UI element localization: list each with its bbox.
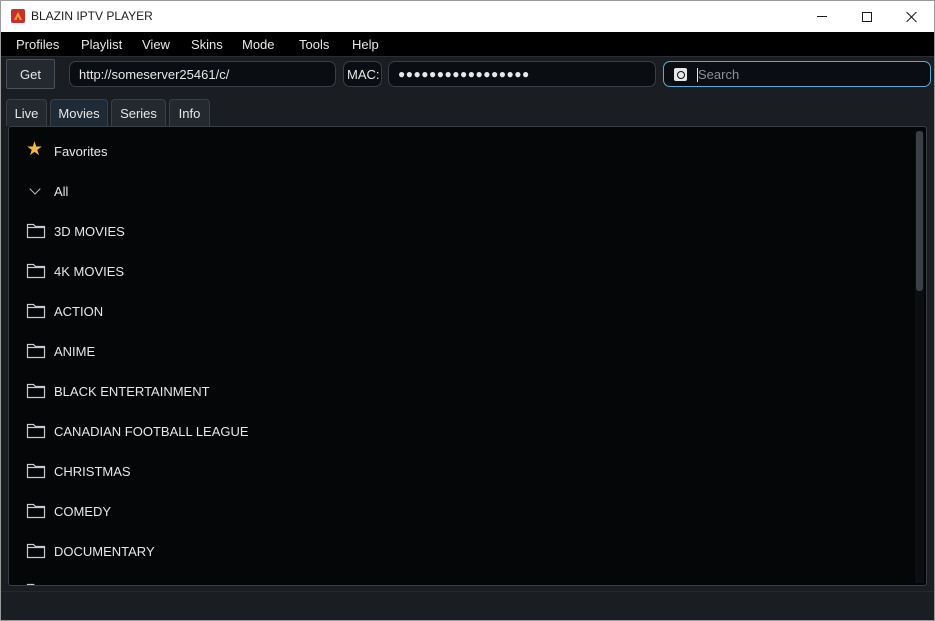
close-button[interactable] (889, 1, 934, 32)
menu-view[interactable]: View (142, 37, 170, 52)
folder-icon (26, 303, 46, 319)
tree-item-label: Favorites (54, 144, 108, 159)
search-input[interactable]: Search (663, 61, 931, 87)
tree-item-label: COMEDY (54, 504, 112, 519)
folder-icon (26, 583, 35, 585)
tree-item-category[interactable]: CHRISTMAS (9, 451, 913, 491)
star-icon: ★ (26, 139, 44, 160)
maximize-button[interactable] (844, 1, 890, 32)
get-button[interactable]: Get (6, 59, 55, 89)
tree-item-category[interactable]: 4K MOVIES (9, 251, 913, 291)
folder-icon (26, 543, 46, 559)
category-list: ★ Favorites All 3D MOVIES 4K MOVIES ACTI… (9, 131, 913, 585)
folder-icon (26, 503, 46, 519)
tree-item-category[interactable]: BLACK ENTERTAINMENT (9, 371, 913, 411)
menu-tools[interactable]: Tools (299, 37, 329, 52)
tree-item-category[interactable]: 3D MOVIES (9, 211, 913, 251)
tree-item-label: 4K MOVIES (54, 264, 125, 279)
vertical-scrollbar[interactable] (915, 131, 924, 583)
tab-live[interactable]: Live (6, 99, 47, 126)
tree-item-all[interactable]: All (9, 171, 913, 211)
tree-item-label: All (54, 184, 69, 199)
window-title: BLAZIN IPTV PLAYER (31, 9, 153, 23)
menu-help[interactable]: Help (352, 37, 379, 52)
tree-item-label: ANIME (54, 344, 96, 359)
tree-item-favorites[interactable]: ★ Favorites (9, 131, 913, 171)
menu-skins[interactable]: Skins (191, 37, 223, 52)
folder-icon (26, 263, 46, 279)
url-input[interactable]: http://someserver25461/c/ (69, 61, 336, 87)
tree-item-category[interactable]: CANADIAN FOOTBALL LEAGUE (9, 411, 913, 451)
tree-item-partial[interactable] (9, 571, 913, 585)
tab-bar: Live Movies Series Info (1, 95, 934, 126)
tab-info[interactable]: Info (169, 99, 210, 126)
folder-icon (26, 383, 46, 399)
minimize-button[interactable] (799, 1, 845, 32)
app-window: BLAZIN IPTV PLAYER Profiles Playlist Vie… (0, 0, 935, 621)
tab-series[interactable]: Series (111, 99, 166, 126)
tree-item-category[interactable]: DOCUMENTARY (9, 531, 913, 571)
toolbar: Get http://someserver25461/c/ MAC: ●●●●●… (1, 57, 934, 95)
folder-icon (26, 423, 46, 439)
menu-playlist[interactable]: Playlist (81, 37, 122, 52)
tree-item-label: BLACK ENTERTAINMENT (54, 384, 210, 399)
close-icon (906, 11, 918, 23)
status-bar (1, 591, 934, 620)
minimize-icon (817, 16, 827, 17)
folder-icon (26, 463, 46, 479)
scrollbar-thumb[interactable] (916, 131, 923, 291)
tree-item-label: CANADIAN FOOTBALL LEAGUE (54, 424, 249, 439)
menu-mode[interactable]: Mode (242, 37, 275, 52)
chevron-down-icon[interactable] (29, 183, 41, 195)
tab-movies[interactable]: Movies (50, 99, 108, 126)
category-tree: ★ Favorites All 3D MOVIES 4K MOVIES ACTI… (8, 126, 927, 586)
tree-item-label: ACTION (54, 304, 104, 319)
mac-label: MAC: (343, 61, 382, 87)
maximize-icon (862, 11, 872, 22)
menu-bar: Profiles Playlist View Skins Mode Tools … (1, 32, 934, 57)
tree-item-label: 3D MOVIES (54, 224, 125, 239)
folder-icon (26, 223, 46, 239)
tree-item-label: CHRISTMAS (54, 464, 131, 479)
search-placeholder: Search (698, 66, 740, 82)
text-caret (697, 68, 698, 82)
tree-item-category[interactable]: ACTION (9, 291, 913, 331)
search-icon (674, 68, 687, 81)
folder-icon (26, 343, 46, 359)
tree-item-category[interactable]: COMEDY (9, 491, 913, 531)
tree-item-label: DOCUMENTARY (54, 544, 155, 559)
title-bar: BLAZIN IPTV PLAYER (1, 1, 934, 32)
app-icon (11, 9, 25, 23)
mac-input[interactable]: ●●●●●●●●●●●●●●●●● (388, 61, 656, 87)
tree-item-category[interactable]: ANIME (9, 331, 913, 371)
menu-profiles[interactable]: Profiles (16, 37, 59, 52)
